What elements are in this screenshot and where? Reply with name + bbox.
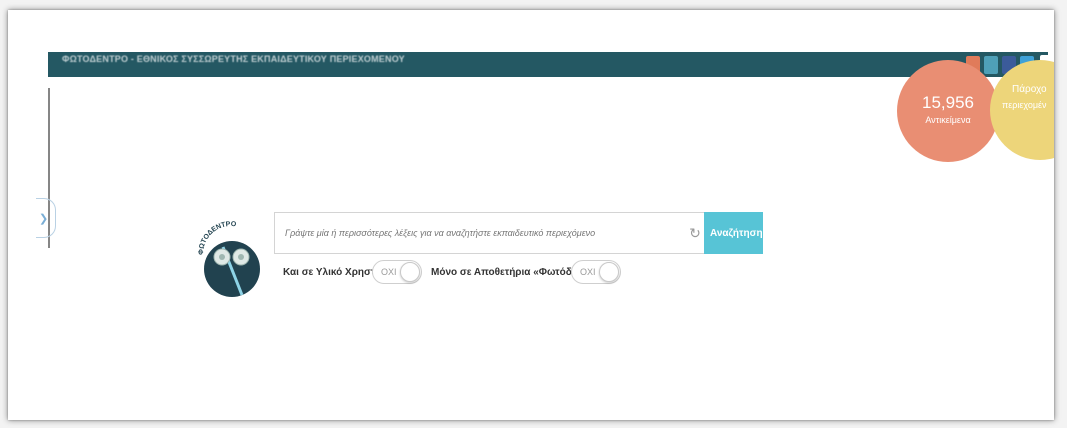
photodentro-logo[interactable]: ΦΩΤΟΔΕΝΤΡΟ (195, 217, 265, 302)
top-header-bar: ΦΩΤΟΔΕΝΤΡΟ - ΕΘΝΙΚΟΣ ΣΥΣΣΩΡΕΥΤΗΣ ΕΚΠΑΙΔΕ… (48, 52, 1054, 77)
user-material-toggle-value: ΟΧΙ (381, 267, 397, 277)
repositories-toggle[interactable]: ΟΧΙ (571, 260, 621, 284)
providers-label-line2: περιεχομέν (1002, 100, 1047, 110)
email-icon[interactable] (984, 56, 998, 74)
toggle-knob (400, 262, 420, 282)
browser-frame: ΦΩΤΟΔΕΝΤΡΟ - ΕΘΝΙΚΟΣ ΣΥΣΣΩΡΕΥΤΗΣ ΕΚΠΑΙΔΕ… (8, 10, 1054, 420)
repositories-toggle-value: ΟΧΙ (580, 267, 596, 277)
logo-graphic: ΦΩΤΟΔΕΝΤΡΟ (198, 221, 260, 297)
search-button[interactable]: Αναζήτηση (704, 212, 763, 254)
providers-label-line1: Πάροχο (1012, 84, 1047, 95)
site-title[interactable]: ΦΩΤΟΔΕΝΤΡΟ - ΕΘΝΙΚΟΣ ΣΥΣΣΩΡΕΥΤΗΣ ΕΚΠΑΙΔΕ… (62, 54, 405, 64)
side-panel-handle[interactable]: ❯ (36, 198, 56, 238)
objects-label: Αντικείμενα (925, 115, 971, 125)
user-material-toggle[interactable]: ΟΧΙ (372, 260, 422, 284)
refresh-icon[interactable]: ↻ (686, 212, 704, 254)
content-search-input[interactable] (274, 212, 686, 254)
objects-count: 15,956 (922, 93, 974, 112)
toggle-knob (599, 262, 619, 282)
objects-count-badge[interactable]: 15,956 Αντικείμενα (897, 60, 999, 162)
